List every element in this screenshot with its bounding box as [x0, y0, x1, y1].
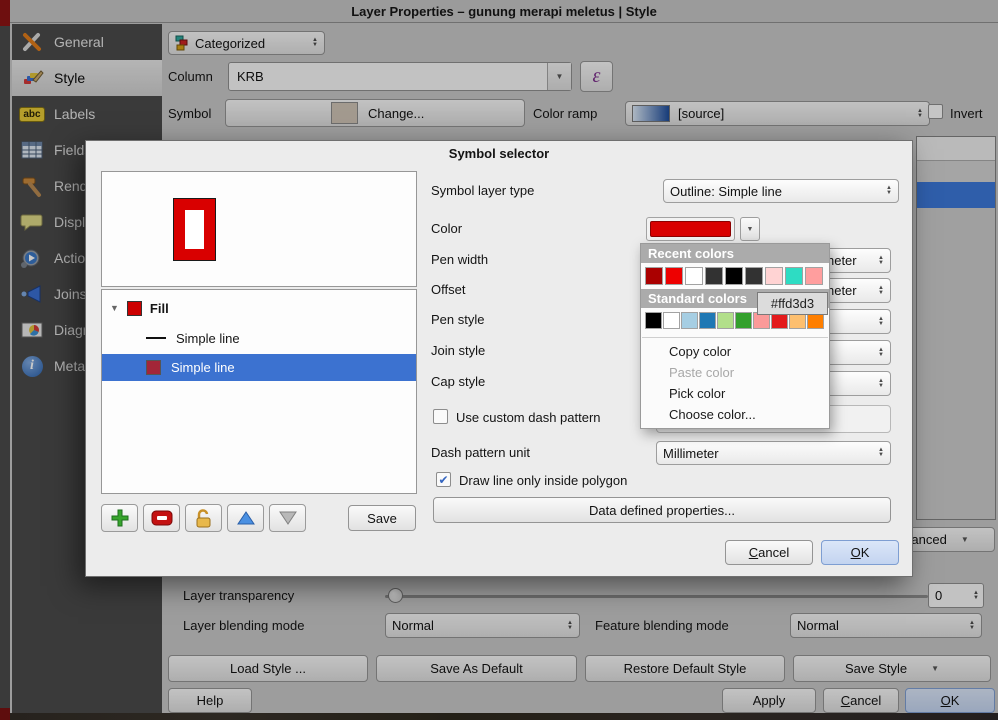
spinner-arrows: ▲▼ [878, 348, 884, 358]
symbol-layer-type-select[interactable]: Outline: Simple line ▲▼ [663, 179, 899, 203]
expander-icon[interactable]: ▼ [110, 303, 119, 313]
menu-separator [642, 337, 828, 338]
spinner-arrows: ▲▼ [878, 256, 884, 266]
join-style-label: Join style [431, 343, 485, 358]
dropdown-arrow-icon: ▼ [747, 226, 754, 233]
dash-unit-value: Millimeter [663, 446, 719, 461]
custom-dash-label: Use custom dash pattern [456, 410, 601, 425]
dialog-titlebar[interactable]: Symbol selector [86, 141, 912, 167]
spinner-arrows: ▲▼ [878, 286, 884, 296]
background-map-sliver-bottom [8, 713, 998, 720]
menu-item-choose-color[interactable]: Choose color... [641, 404, 829, 425]
desktop-background: Layer Properties – gunung merapi meletus… [0, 0, 998, 720]
recent-colors-header: Recent colors [641, 244, 829, 263]
color-dropdown-menu: Recent colors Standard colors Copy [640, 243, 830, 429]
color-dropdown-arrow-button[interactable]: ▼ [740, 217, 760, 241]
color-swatch[interactable] [785, 267, 803, 285]
symbol-layer-type-value: Outline: Simple line [670, 184, 782, 199]
symbol-layer-type-label: Symbol layer type [431, 183, 534, 198]
color-swatch[interactable] [645, 312, 662, 329]
recent-colors-row [641, 263, 829, 289]
offset-label: Offset [431, 282, 465, 297]
tree-item-label: Simple line [176, 331, 240, 346]
symbol-save-button[interactable]: Save [348, 505, 416, 531]
lock-icon [194, 508, 214, 529]
draw-inside-checkbox[interactable]: ✔ [436, 472, 451, 487]
spinner-arrows: ▲▼ [878, 317, 884, 327]
symbol-preview-shape [174, 199, 215, 260]
dialog-ok-button[interactable]: OK [821, 540, 899, 565]
pen-width-label: Pen width [431, 252, 488, 267]
dash-unit-select[interactable]: Millimeter ▲▼ [656, 441, 891, 465]
color-swatch[interactable] [685, 267, 703, 285]
color-swatch[interactable] [765, 267, 783, 285]
color-swatch[interactable] [663, 312, 680, 329]
spinner-arrows: ▲▼ [886, 186, 892, 196]
color-label: Color [431, 221, 462, 236]
tree-item-simple-line-1[interactable]: Simple line [102, 324, 416, 352]
tree-item-simple-line-2-selected[interactable]: Simple line [102, 354, 416, 381]
menu-item-paste-color: Paste color [641, 362, 829, 383]
current-color-swatch [650, 221, 731, 237]
background-map-sliver-top [0, 0, 10, 26]
color-swatch[interactable] [735, 312, 752, 329]
line-swatch [146, 337, 166, 339]
menu-item-pick-color[interactable]: Pick color [641, 383, 829, 404]
minus-icon [151, 509, 173, 527]
data-defined-properties-button[interactable]: Data defined properties... [433, 497, 891, 523]
lock-color-button[interactable] [185, 504, 222, 532]
color-swatch[interactable] [805, 267, 823, 285]
color-tooltip-text: #ffd3d3 [771, 296, 814, 311]
remove-symbol-layer-button[interactable] [143, 504, 180, 532]
spinner-arrows: ▲▼ [878, 379, 884, 389]
check-icon: ✔ [438, 474, 448, 486]
menu-item-copy-color[interactable]: Copy color [641, 341, 829, 362]
color-swatch[interactable] [725, 267, 743, 285]
symbol-layer-tree: ▼ Fill Simple line Simple line [101, 289, 417, 494]
dialog-title: Symbol selector [449, 146, 549, 161]
add-symbol-layer-button[interactable] [101, 504, 138, 532]
color-swatch[interactable] [705, 267, 723, 285]
tree-item-label: Simple line [171, 360, 235, 375]
spinner-arrows: ▲▼ [878, 448, 884, 458]
dialog-cancel-button[interactable]: Cancel [725, 540, 813, 565]
down-triangle-icon [278, 510, 298, 526]
move-down-button[interactable] [269, 504, 306, 532]
color-swatch[interactable] [645, 267, 663, 285]
move-up-button[interactable] [227, 504, 264, 532]
line-color-swatch [146, 360, 161, 375]
dash-unit-label: Dash pattern unit [431, 445, 530, 460]
color-button[interactable] [646, 217, 735, 241]
color-swatch[interactable] [745, 267, 763, 285]
plus-icon [110, 508, 130, 528]
symbol-preview-panel [101, 171, 417, 287]
color-swatch[interactable] [699, 312, 716, 329]
cap-style-label: Cap style [431, 374, 485, 389]
tree-item-label: Fill [150, 301, 169, 316]
pen-style-label: Pen style [431, 312, 484, 327]
custom-dash-checkbox[interactable] [433, 409, 448, 424]
color-swatch[interactable] [717, 312, 734, 329]
color-tooltip: #ffd3d3 [757, 292, 828, 315]
draw-inside-label: Draw line only inside polygon [459, 473, 627, 488]
color-swatch[interactable] [665, 267, 683, 285]
up-triangle-icon [236, 510, 256, 526]
background-map-corner [0, 708, 10, 720]
fill-swatch [127, 301, 142, 316]
tree-item-fill[interactable]: ▼ Fill [102, 294, 416, 322]
color-swatch[interactable] [681, 312, 698, 329]
